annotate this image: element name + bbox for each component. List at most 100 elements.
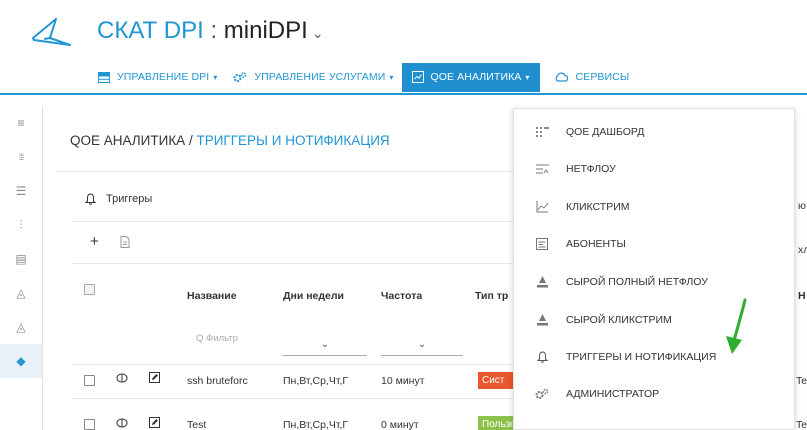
raw-clickstream-icon: ◬ (16, 320, 26, 334)
menu-item-label: КЛИКСТРИМ (566, 201, 630, 213)
trigger-name[interactable]: ssh bruteforc (187, 375, 275, 387)
bell-icon (534, 351, 550, 363)
column-header-type[interactable]: Тип тр (475, 290, 508, 302)
peek-text: хл (798, 244, 807, 256)
peek-text: Te (796, 419, 807, 430)
sidebar-menu-toggle[interactable]: ≡ (0, 106, 42, 140)
divider (72, 263, 516, 264)
column-header-days[interactable]: Дни недели (283, 290, 344, 302)
divider (56, 171, 516, 172)
nav-label: QOE АНАЛИТИКА (430, 71, 522, 83)
logo-icon (32, 18, 71, 46)
table-icon (98, 71, 110, 83)
name-filter-input[interactable]: Q Фильтр (196, 333, 238, 344)
menu-item-subscribers[interactable]: АБОНЕНТЫ (514, 230, 796, 258)
subscribers-icon: ▤ (15, 252, 27, 266)
app-title[interactable]: СКАТ DPI : miniDPI ⌄ (97, 17, 324, 45)
days-filter-select[interactable]: ⌄ (283, 338, 367, 356)
divider (72, 221, 516, 222)
breadcrumb: QOE АНАЛИТИКА / ТРИГГЕРЫ И НОТИФИКАЦИЯ (70, 133, 390, 148)
top-nav: УПРАВЛЕНИЕ DPI ▾ УПРАВЛЕНИЕ УСЛУГАМИ ▾ Q… (90, 62, 638, 92)
sidebar-item-raw-clickstream[interactable]: ◬ (0, 310, 42, 344)
divider (72, 364, 516, 365)
column-header-name[interactable]: Название (187, 290, 237, 302)
raw-clickstream-icon (534, 314, 550, 326)
add-trigger-button[interactable]: + (90, 233, 99, 250)
netflow-icon: ☰ (15, 184, 27, 198)
admin-gears-icon (534, 388, 550, 400)
nav-label: УПРАВЛЕНИЕ DPI (117, 71, 210, 83)
sidebar-item-subscribers[interactable]: ▤ (0, 242, 42, 276)
nav-services[interactable]: СЕРВИСЫ (546, 64, 638, 90)
sidebar-item-dashboard[interactable]: ⁞⁞⁞ (0, 140, 42, 174)
row-checkbox[interactable] (84, 375, 95, 386)
bell-icon (85, 193, 96, 205)
title-separator: : (203, 17, 224, 44)
cloud-icon (554, 72, 569, 82)
breadcrumb-root[interactable]: QOE АНАЛИТИКА / (70, 133, 196, 148)
left-sidebar: ≡ ⁞⁞⁞ ☰ ⫶ ▤ ◬ ◬ ◆ (0, 106, 43, 430)
trigger-name[interactable]: Test (187, 419, 275, 430)
toggle-icon[interactable] (116, 418, 128, 430)
nav-underline (0, 93, 807, 95)
caret-down-icon: ▾ (213, 72, 218, 82)
chevron-down-icon: ⌄ (417, 339, 427, 350)
subscribers-icon (534, 238, 550, 250)
clickstream-icon: ⫶ (19, 217, 23, 232)
menu-item-raw-full-netflow[interactable]: СЫРОЙ ПОЛНЫЙ НЕТФЛОУ (514, 268, 796, 296)
menu-item-label: ТРИГГЕРЫ И НОТИФИКАЦИЯ (566, 351, 717, 363)
chart-box-icon (411, 71, 424, 83)
menu-item-label: АДМИНИСТРАТОР (566, 388, 660, 400)
gears-icon (233, 71, 247, 83)
annotation-arrow-icon (726, 298, 747, 354)
chevron-down-icon: ⌄ (311, 25, 324, 41)
raw-netflow-icon (534, 276, 550, 288)
nav-label: СЕРВИСЫ (575, 71, 630, 83)
select-all-checkbox[interactable] (84, 284, 95, 295)
export-file-icon[interactable] (120, 236, 130, 251)
peek-text: Te (796, 375, 807, 387)
menu-item-raw-clickstream[interactable]: СЫРОЙ КЛИКСТРИМ (514, 306, 796, 334)
trigger-frequency: 10 минут (381, 375, 425, 387)
row-checkbox[interactable] (84, 419, 95, 430)
triggers-panel-header: Триггеры (85, 193, 152, 205)
menu-item-netflow[interactable]: НЕТФЛОУ (514, 155, 796, 183)
edit-icon[interactable] (149, 372, 160, 386)
trigger-type-badge: Сист (478, 372, 514, 389)
nav-services-management[interactable]: УПРАВЛЕНИЕ УСЛУГАМИ ▾ (225, 64, 401, 90)
menu-item-qoe-dashboard[interactable]: QOE ДАШБОРД (514, 118, 796, 146)
menu-item-label: СЫРОЙ ПОЛНЫЙ НЕТФЛОУ (566, 276, 708, 288)
nav-dpi-management[interactable]: УПРАВЛЕНИЕ DPI ▾ (90, 64, 225, 90)
triggers-title: Триггеры (106, 193, 153, 205)
breadcrumb-current[interactable]: ТРИГГЕРЫ И НОТИФИКАЦИЯ (196, 133, 389, 148)
nav-qoe-analytics[interactable]: QOE АНАЛИТИКА ▾ (401, 62, 540, 92)
column-header-frequency[interactable]: Частота (381, 290, 422, 302)
brand-name: СКАТ DPI (97, 17, 204, 44)
nav-label: УПРАВЛЕНИЕ УСЛУГАМИ (254, 71, 386, 83)
clickstream-icon (534, 201, 550, 213)
netflow-icon (534, 164, 550, 175)
chevron-down-icon: ⌄ (320, 339, 330, 350)
peek-text: ю (798, 200, 806, 212)
hamburger-icon: ≡ (17, 116, 25, 130)
menu-item-label: СЫРОЙ КЛИКСТРИМ (566, 314, 672, 326)
sidebar-item-clickstream[interactable]: ⫶ (0, 208, 42, 242)
frequency-filter-select[interactable]: ⌄ (381, 338, 463, 356)
dashboard-grid-icon (534, 127, 550, 137)
peek-text: Н (798, 290, 806, 302)
edit-icon[interactable] (149, 417, 160, 430)
device-name: miniDPI (223, 17, 308, 44)
menu-item-triggers-notifications[interactable]: ТРИГГЕРЫ И НОТИФИКАЦИЯ (514, 343, 796, 371)
trigger-type-badge: Пользовательский (478, 416, 514, 430)
trigger-days: Пн,Вт,Ср,Чт,Г (283, 419, 349, 430)
trigger-days: Пн,Вт,Ср,Чт,Г (283, 375, 349, 387)
toggle-icon[interactable] (116, 373, 128, 386)
sidebar-item-raw-netflow[interactable]: ◬ (0, 276, 42, 310)
raw-netflow-icon: ◬ (16, 286, 26, 300)
sidebar-item-netflow[interactable]: ☰ (0, 174, 42, 208)
divider (72, 398, 516, 399)
menu-item-administrator[interactable]: АДМИНИСТРАТОР (514, 380, 796, 408)
menu-item-label: QOE ДАШБОРД (566, 126, 645, 138)
sidebar-item-triggers[interactable]: ◆ (0, 344, 42, 378)
menu-item-clickstream[interactable]: КЛИКСТРИМ (514, 193, 796, 221)
